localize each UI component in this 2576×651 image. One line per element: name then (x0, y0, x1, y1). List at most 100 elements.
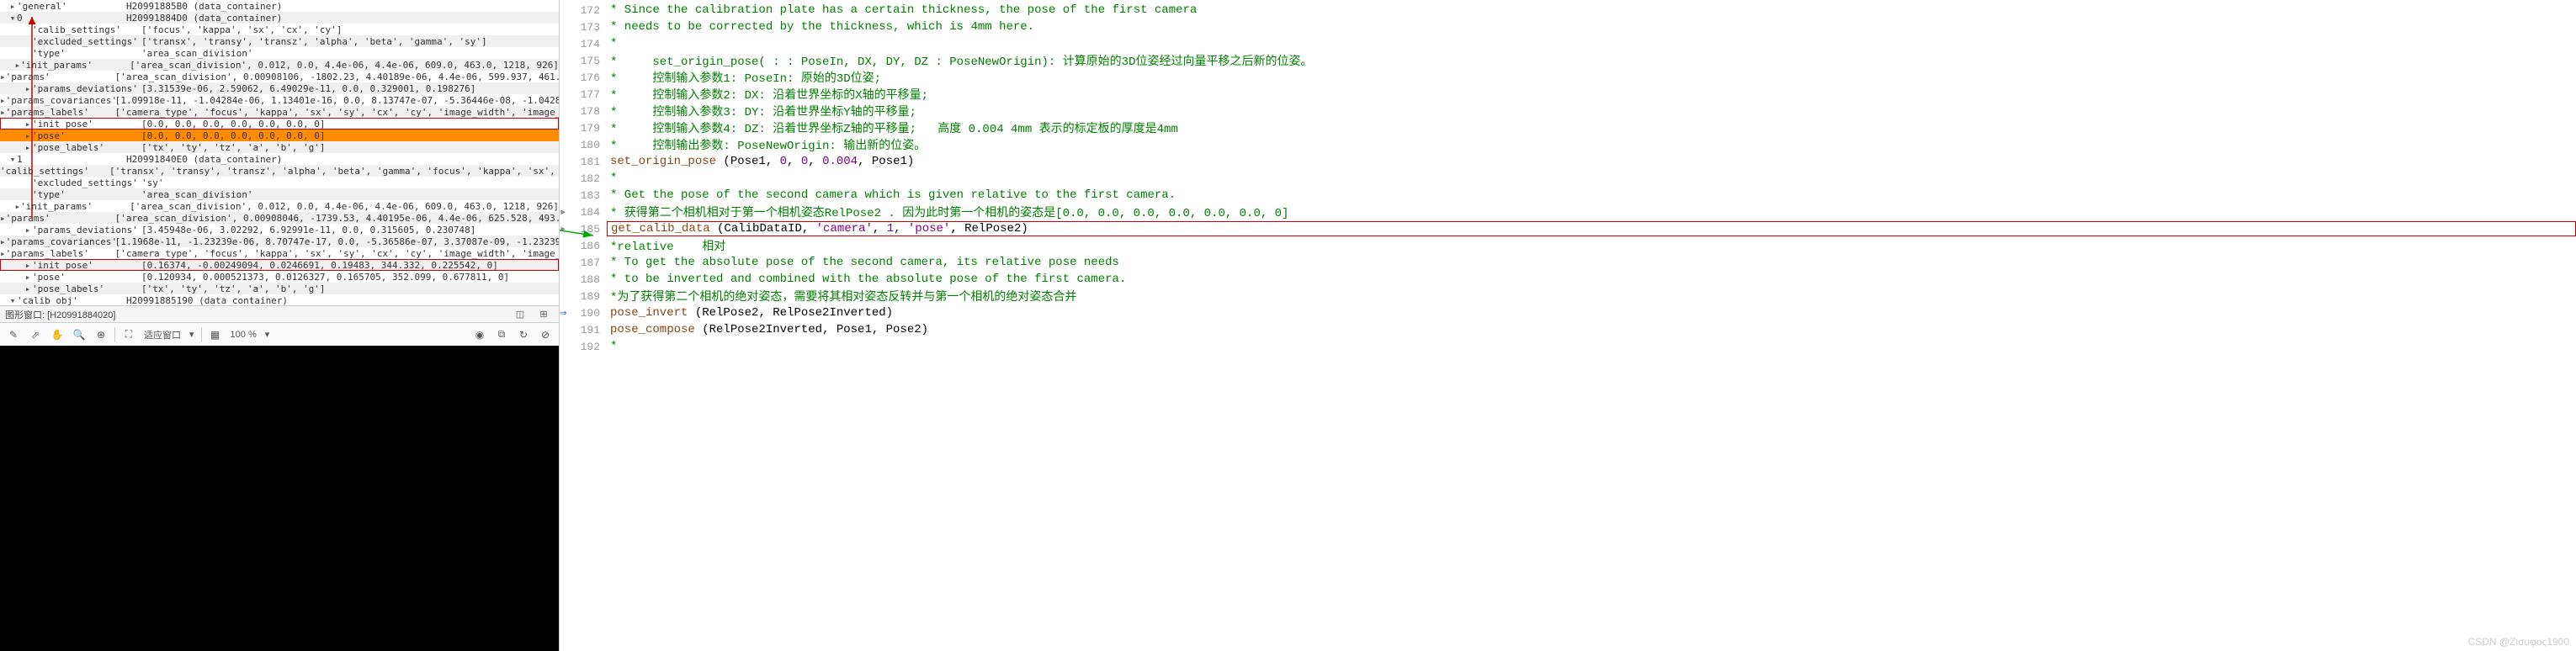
hand-icon[interactable]: ✋ (47, 326, 67, 344)
line-number: 183 (573, 189, 607, 202)
expand-icon[interactable]: ▸ (0, 95, 6, 106)
zoom-icon[interactable]: 🔍 (69, 326, 89, 344)
tree-row[interactable]: 'calib_settings'['focus', 'kappa', 'sx',… (0, 24, 559, 35)
tree-row[interactable]: ▸'init_params'['area_scan_division', 0.0… (0, 59, 559, 71)
code-line[interactable]: ▸184* 获得第二个相机相对于第一个相机姿态RelPose2 . 因为此时第一… (560, 204, 2576, 220)
tree-row[interactable]: ▾'calib_obj'H20991885190 (data_container… (0, 294, 559, 305)
gutter-icon: ▸ (560, 222, 573, 236)
grid-icon[interactable]: ▦ (205, 326, 226, 344)
tree-row[interactable]: ▸'pose_labels'['tx', 'ty', 'tz', 'a', 'b… (0, 283, 559, 294)
tree-row[interactable]: ▸'params'['area_scan_division', 0.009080… (0, 212, 559, 224)
code-line[interactable]: 176* 控制输入参数1: PoseIn: 原始的3D位姿; (560, 69, 2576, 86)
line-number: 191 (573, 324, 607, 336)
code-line[interactable]: 187* To get the absolute pose of the sec… (560, 254, 2576, 271)
tree-row[interactable]: ▸'params_deviations'[3.45948e-06, 3.0229… (0, 224, 559, 236)
expand-icon[interactable]: ▾ (8, 154, 17, 165)
code-line[interactable]: 182* (560, 170, 2576, 187)
code-line[interactable]: 179* 控制输入参数4: DZ: 沿着世界坐标Z轴的平移量; 高度 0.004… (560, 119, 2576, 136)
expand-icon[interactable]: ▸ (24, 283, 32, 294)
zoom-level[interactable]: 100 % (227, 330, 260, 340)
tree-row[interactable]: ▸'init_pose'[0.0, 0.0, 0.0, 0.0, 0.0, 0.… (0, 118, 559, 130)
code-editor[interactable]: 172* Since the calibration plate has a c… (560, 0, 2576, 651)
fit-dropdown[interactable]: ▾ (186, 329, 198, 340)
tree-key: 0 (17, 13, 126, 24)
variable-tree[interactable]: ▸'general'H20991885B0 (data_container)▾0… (0, 0, 559, 305)
tree-key: 'type' (32, 48, 141, 59)
code-line[interactable]: 183* Get the pose of the second camera w… (560, 187, 2576, 204)
tree-row[interactable]: 'type''area_scan_division' (0, 47, 559, 59)
tree-row[interactable]: ▸'pose'[0.0, 0.0, 0.0, 0.0, 0.0, 0.0, 0] (0, 130, 559, 141)
tree-key: 'calib_obj' (17, 295, 126, 306)
tree-row[interactable]: 'excluded_settings''sy' (0, 177, 559, 188)
tree-row[interactable]: ▸'init_pose'[0.16374, -0.00249094, 0.024… (0, 259, 559, 271)
code-line[interactable]: ▸185get_calib_data (CalibDataID, 'camera… (560, 220, 2576, 237)
expand-icon[interactable]: ▸ (24, 142, 32, 153)
tree-row[interactable]: 'calib_settings'['transx', 'transy', 'tr… (0, 165, 559, 177)
code-line[interactable]: ⇒190pose_invert (RelPose2, RelPose2Inver… (560, 304, 2576, 321)
expand-icon[interactable]: ▸ (0, 213, 6, 224)
code-line[interactable]: 188* to be inverted and combined with th… (560, 271, 2576, 288)
zoom-dropdown[interactable]: ▾ (262, 329, 274, 340)
expand-icon[interactable]: ▾ (8, 295, 17, 306)
expand-icon[interactable]: ▸ (24, 260, 32, 271)
tree-row[interactable]: ▸'params_labels'['camera_type', 'focus',… (0, 247, 559, 259)
code-line[interactable]: 189*为了获得第二个相机的绝对姿态，需要将其相对姿态反转并与第一个相机的绝对姿… (560, 288, 2576, 304)
expand-icon[interactable]: ▸ (0, 71, 6, 82)
code-line[interactable]: 178* 控制输入参数3: DY: 沿着世界坐标Y轴的平移量; (560, 103, 2576, 119)
tree-row[interactable]: ▸'pose_labels'['tx', 'ty', 'tz', 'a', 'b… (0, 141, 559, 153)
tree-row[interactable]: ▾1H20991840E0 (data_container) (0, 153, 559, 165)
tree-value: [1.1968e-11, -1.23239e-06, 8.70747e-17, … (115, 236, 559, 247)
tree-row[interactable]: ▸'general'H20991885B0 (data_container) (0, 0, 559, 12)
expand-icon[interactable]: ▸ (24, 130, 32, 141)
fit-window-icon[interactable]: ⛶ (119, 326, 139, 344)
tool-icon-3[interactable]: ↻ (513, 326, 534, 344)
tool-icon-2[interactable]: ⧉ (491, 326, 512, 344)
tree-key: 'excluded_settings' (32, 36, 141, 47)
code-line[interactable]: 172* Since the calibration plate has a c… (560, 2, 2576, 19)
pointer-icon[interactable]: ⬀ (25, 326, 45, 344)
expand-icon[interactable]: ▸ (24, 225, 32, 236)
code-line[interactable]: 191pose_compose (RelPose2Inverted, Pose1… (560, 321, 2576, 338)
tree-value: [0.0, 0.0, 0.0, 0.0, 0.0, 0.0, 0] (141, 119, 326, 130)
status-icon-1[interactable]: ◫ (510, 305, 530, 324)
line-number: 174 (573, 38, 607, 50)
tree-row[interactable]: 'type''area_scan_division' (0, 188, 559, 200)
code-line[interactable]: 174* (560, 35, 2576, 52)
tree-row[interactable]: ▸'params_covariances'[1.1968e-11, -1.232… (0, 236, 559, 247)
code-line[interactable]: 192* (560, 338, 2576, 355)
crosshair-icon[interactable]: ⊕ (91, 326, 111, 344)
tree-row[interactable]: 'excluded_settings'['transx', 'transy', … (0, 35, 559, 47)
expand-icon[interactable]: ▸ (0, 107, 6, 118)
code-text: * (607, 340, 2576, 353)
expand-icon[interactable]: ▸ (14, 201, 20, 212)
code-line[interactable]: 177* 控制输入参数2: DX: 沿着世界坐标的X轴的平移量; (560, 86, 2576, 103)
fit-window-label[interactable]: 适应窗口 (141, 328, 184, 341)
tree-value: 'sy' (141, 177, 164, 188)
expand-icon[interactable]: ▸ (24, 119, 32, 130)
expand-icon[interactable]: ▾ (8, 13, 17, 24)
expand-icon[interactable]: ▸ (14, 60, 20, 71)
tree-row[interactable]: ▾0H20991884D0 (data_container) (0, 12, 559, 24)
code-line[interactable]: 181set_origin_pose (Pose1, 0, 0, 0.004, … (560, 153, 2576, 170)
tool-icon-4[interactable]: ⊘ (535, 326, 555, 344)
tree-row[interactable]: ▸'params_labels'['camera_type', 'focus',… (0, 106, 559, 118)
code-line[interactable]: 186*relative 相对 (560, 237, 2576, 254)
expand-icon[interactable]: ▸ (24, 83, 32, 94)
expand-icon[interactable]: ▸ (0, 248, 6, 259)
code-line[interactable]: 173* needs to be corrected by the thickn… (560, 19, 2576, 35)
code-line[interactable]: 175* set_origin_pose( : : PoseIn, DX, DY… (560, 52, 2576, 69)
tree-row[interactable]: ▸'params_covariances'[1.09918e-11, -1.04… (0, 94, 559, 106)
tree-row[interactable]: ▸'params'['area_scan_division', 0.009081… (0, 71, 559, 82)
tree-row[interactable]: ▸'pose'[0.120934, 0.000521373, 0.0126327… (0, 271, 559, 283)
pen-icon[interactable]: ✎ (3, 326, 24, 344)
tree-row[interactable]: ▸'params_deviations'[3.31539e-06, 2.5906… (0, 82, 559, 94)
tree-row[interactable]: ▸'init_params'['area_scan_division', 0.0… (0, 200, 559, 212)
expand-icon[interactable]: ▸ (24, 272, 32, 283)
status-icon-2[interactable]: ⊞ (534, 305, 554, 324)
expand-icon[interactable]: ▸ (8, 1, 17, 12)
graphics-viewport[interactable] (0, 346, 559, 651)
expand-icon[interactable]: ▸ (0, 236, 6, 247)
code-text: get_calib_data (CalibDataID, 'camera', 1… (607, 221, 2576, 236)
tool-icon-1[interactable]: ◉ (470, 326, 490, 344)
code-line[interactable]: 180* 控制输出参数: PoseNewOrigin: 输出新的位姿。 (560, 136, 2576, 153)
